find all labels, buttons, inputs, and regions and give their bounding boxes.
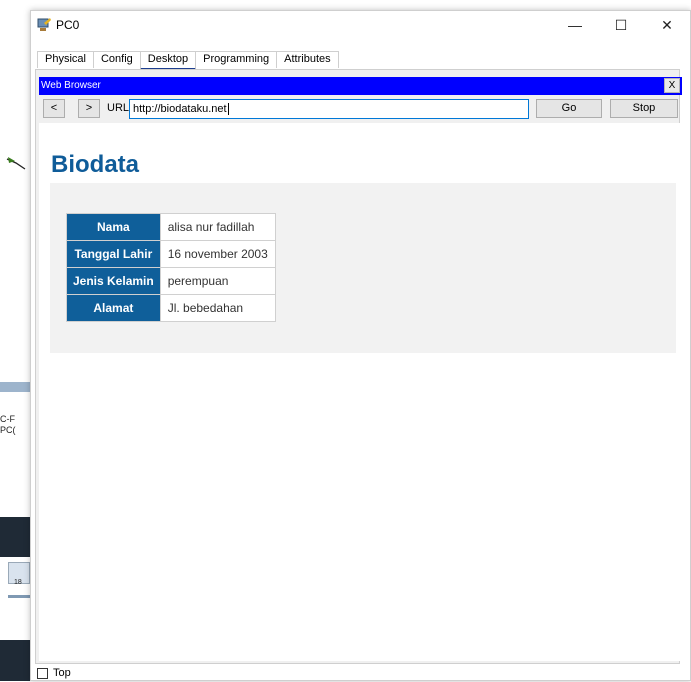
tab-desktop[interactable]: Desktop [139,51,197,71]
footer-bar: Top [31,664,690,682]
pc-app-icon [37,18,51,31]
background-icon-caption: 18 [14,579,22,586]
biodata-table: Nama alisa nur fadillah Tanggal Lahir 16… [66,213,276,322]
content-container: Nama alisa nur fadillah Tanggal Lahir 16… [50,183,676,353]
minimize-button[interactable]: — [552,11,598,39]
row-value: Jl. bebedahan [159,294,276,322]
row-value: 16 november 2003 [159,240,276,268]
web-browser-close-button[interactable]: X [664,78,680,93]
tab-config[interactable]: Config [92,51,141,68]
table-row: Alamat Jl. bebedahan [66,294,276,322]
row-header: Nama [66,213,161,241]
row-value: alisa nur fadillah [159,213,276,241]
web-browser-title: Web Browser [41,80,101,91]
row-header: Tanggal Lahir [66,240,161,268]
url-value: http://biodataku.net [133,103,227,115]
background-device-label: C-F [0,414,15,424]
row-header: Alamat [66,294,161,322]
pc0-window: PC0 — ☐ ✕ Physical Config Desktop Progra… [30,10,691,681]
background-device-bar [0,382,30,392]
url-input[interactable]: http://biodataku.net [129,99,529,119]
link-arrow-icon [6,157,26,170]
text-caret [227,103,229,116]
browser-viewport[interactable]: Biodata Nama alisa nur fadillah Tanggal … [39,123,682,661]
top-checkbox[interactable] [37,668,48,679]
close-button[interactable]: ✕ [644,11,690,39]
window-title: PC0 [56,18,80,32]
background-divider [8,595,30,598]
back-button[interactable]: < [43,99,65,118]
url-label: URL [107,102,130,114]
tab-programming[interactable]: Programming [195,51,278,68]
background-dark-panel [0,640,30,681]
row-value: perempuan [159,267,276,295]
table-row: Tanggal Lahir 16 november 2003 [66,240,276,268]
top-checkbox-label: Top [53,667,71,679]
maximize-button[interactable]: ☐ [598,11,644,39]
tab-bar: Physical Config Desktop Programming Attr… [37,51,339,71]
background-device-label: PC( [0,425,16,435]
background-dark-panel [0,517,30,557]
window-titlebar[interactable]: PC0 — ☐ ✕ [31,11,690,39]
table-row: Nama alisa nur fadillah [66,213,276,241]
tab-physical[interactable]: Physical [37,51,94,68]
tab-attributes[interactable]: Attributes [276,51,339,68]
web-browser-titlebar: Web Browser X [39,77,682,95]
page-title: Biodata [51,151,140,178]
table-row: Jenis Kelamin perempuan [66,267,276,295]
stop-button[interactable]: Stop [610,99,678,118]
go-button[interactable]: Go [536,99,602,118]
forward-button[interactable]: > [78,99,100,118]
row-header: Jenis Kelamin [66,267,161,295]
